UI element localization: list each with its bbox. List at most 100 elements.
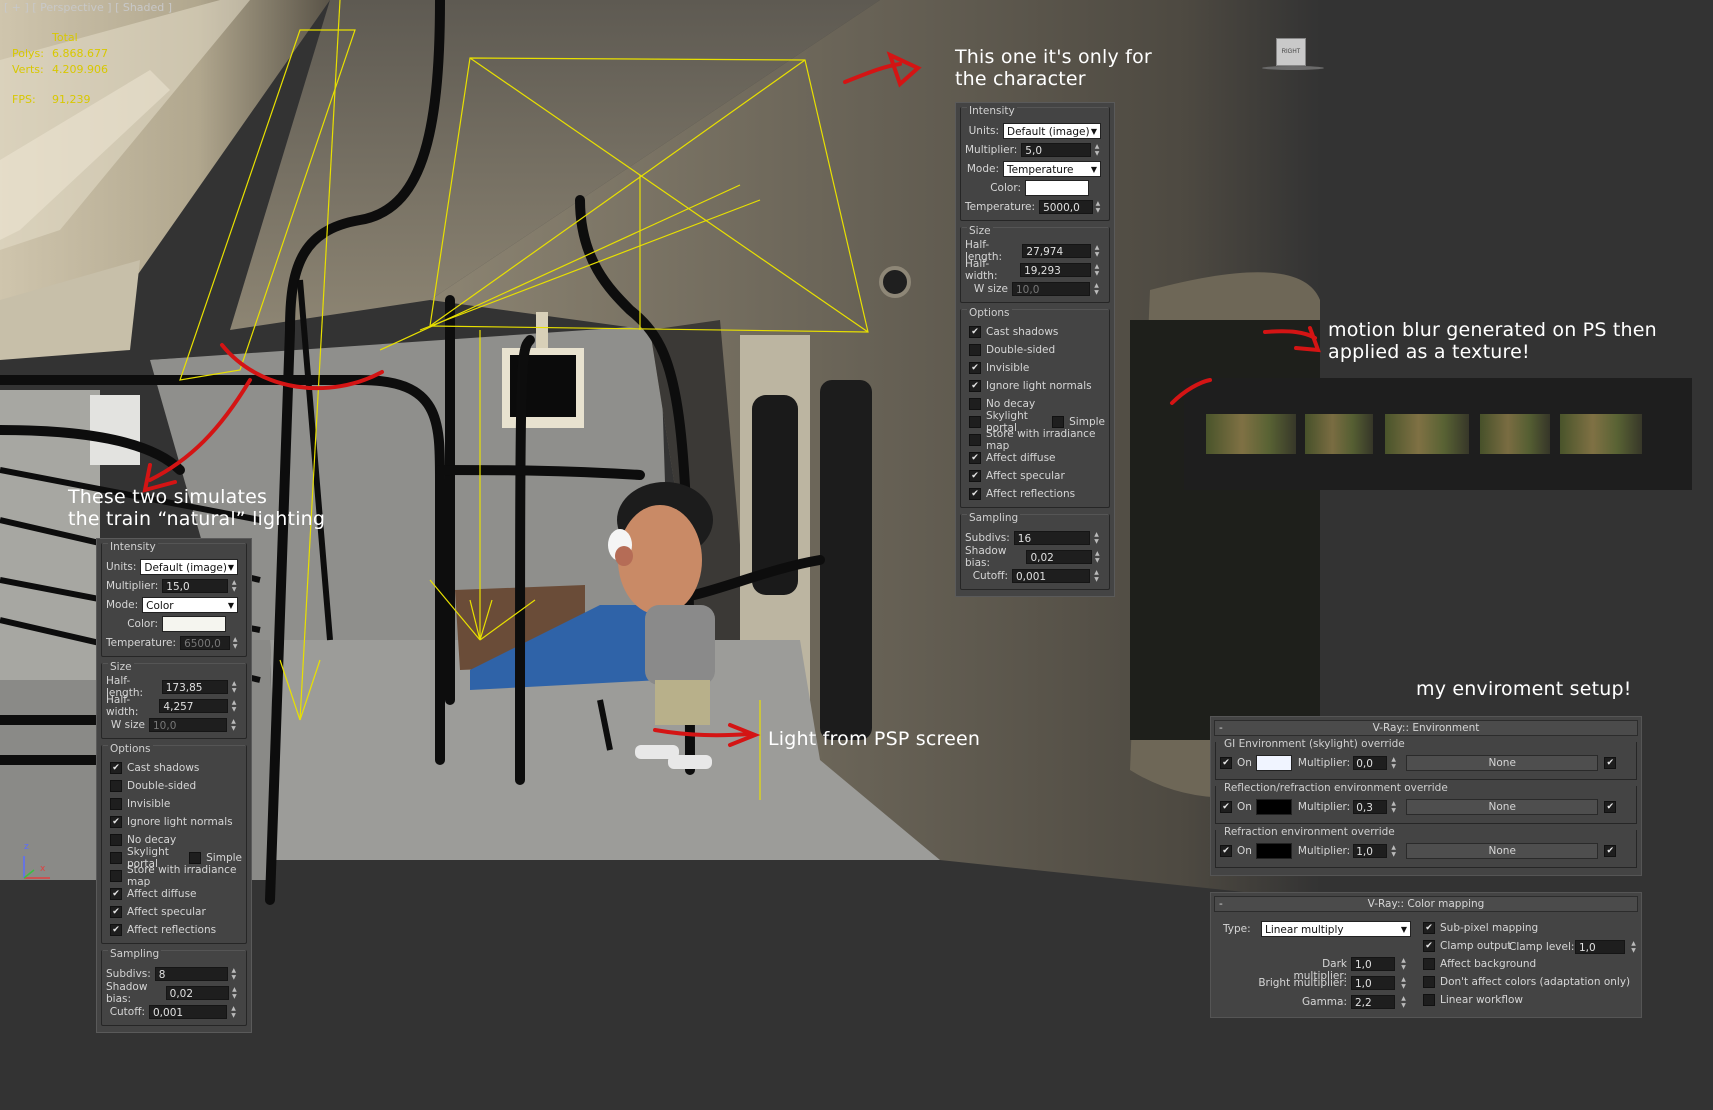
color-swatch[interactable]	[162, 615, 226, 632]
linear-workflow-row[interactable]: Linear workflow	[1419, 991, 1630, 1009]
sub-pixel-mapping-checkbox[interactable]: ✔	[1423, 922, 1435, 934]
gi-environment-multiplier-spinner[interactable]: ▲ ▼	[1389, 756, 1398, 770]
cast-shadows-checkbox[interactable]: ✔	[969, 326, 981, 338]
viewcube-ring[interactable]	[1262, 66, 1324, 70]
gi-environment-multiplier-input[interactable]: 0,0	[1353, 756, 1388, 770]
refraction-environment-multiplier-spinner[interactable]: ▲ ▼	[1389, 844, 1398, 858]
multiplier-spinner[interactable]: ▲ ▼	[1093, 143, 1101, 157]
half-width-spinner[interactable]: ▲ ▼	[230, 699, 238, 713]
refraction-environment-multiplier-input[interactable]: 1,0	[1353, 844, 1388, 858]
linear-workflow-checkbox[interactable]	[1423, 994, 1435, 1006]
cast-shadows-row[interactable]: ✔ Cast shadows	[965, 323, 1105, 341]
reflection-environment-multiplier-spinner[interactable]: ▲ ▼	[1389, 800, 1398, 814]
affect-background-checkbox[interactable]	[1423, 958, 1435, 970]
half-length-input[interactable]: 27,974	[1022, 243, 1092, 258]
viewcube[interactable]: RIGHT	[1276, 38, 1306, 66]
affect-specular-row[interactable]: ✔ Affect specular	[965, 467, 1105, 485]
dont-affect-colors-checkbox[interactable]	[1423, 976, 1435, 988]
shadow-bias-input[interactable]: 0,02	[165, 985, 229, 1000]
mode-dropdown[interactable]: Color ▼	[142, 596, 238, 613]
ignore-light-normals-row[interactable]: ✔ Ignore light normals	[106, 813, 242, 831]
gi-environment-map-button[interactable]: None	[1406, 755, 1599, 771]
bright-multiplier-input[interactable]: 1,0	[1351, 976, 1395, 990]
cutoff-spinner[interactable]: ▲ ▼	[1092, 569, 1101, 583]
affect-diffuse-checkbox[interactable]: ✔	[110, 888, 122, 900]
temperature-spinner[interactable]: ▲ ▼	[232, 636, 238, 650]
affect-specular-checkbox[interactable]: ✔	[110, 906, 122, 918]
w-size-spinner[interactable]: ▲ ▼	[229, 718, 238, 732]
ignore-light-normals-row[interactable]: ✔ Ignore light normals	[965, 377, 1105, 395]
w-size-spinner[interactable]: ▲ ▼	[1092, 282, 1101, 296]
multiplier-spinner[interactable]: ▲ ▼	[230, 579, 238, 593]
ignore-light-normals-checkbox[interactable]: ✔	[969, 380, 981, 392]
ignore-light-normals-checkbox[interactable]: ✔	[110, 816, 122, 828]
clamp-level-input[interactable]: 1,0	[1575, 940, 1625, 954]
environment-rollout-header[interactable]: - V-Ray:: Environment	[1214, 720, 1638, 736]
simple-checkbox[interactable]	[189, 852, 202, 864]
subdivs-input[interactable]: 8	[154, 966, 228, 981]
double-sided-checkbox[interactable]	[110, 780, 122, 792]
double-sided-checkbox[interactable]	[969, 344, 981, 356]
reflection-environment-multiplier-input[interactable]: 0,3	[1353, 800, 1388, 814]
sub-pixel-mapping-row[interactable]: ✔ Sub-pixel mapping	[1419, 919, 1630, 937]
cutoff-spinner[interactable]: ▲ ▼	[229, 1005, 238, 1019]
half-length-input[interactable]: 173,85	[161, 679, 229, 694]
dark-multiplier-input[interactable]: 1,0	[1351, 957, 1395, 971]
subdivs-input[interactable]: 16	[1013, 530, 1091, 545]
multiplier-input[interactable]: 15,0	[162, 578, 229, 593]
temperature-spinner[interactable]: ▲ ▼	[1095, 200, 1101, 214]
cast-shadows-row[interactable]: ✔ Cast shadows	[106, 759, 242, 777]
reflection-environment-on-checkbox[interactable]: ✔	[1220, 801, 1232, 813]
skylight-portal-checkbox[interactable]	[110, 852, 122, 864]
refraction-environment-map-button[interactable]: None	[1406, 843, 1599, 859]
no-decay-checkbox[interactable]	[969, 398, 981, 410]
color-swatch[interactable]	[1025, 179, 1089, 196]
multiplier-input[interactable]: 5,0	[1021, 142, 1092, 157]
temperature-input[interactable]: 6500,0	[180, 635, 231, 650]
viewport-label[interactable]: [ + ] [ Perspective ] [ Shaded ]	[4, 1, 172, 14]
no-decay-checkbox[interactable]	[110, 834, 122, 846]
half-width-input[interactable]: 19,293	[1020, 262, 1091, 277]
gamma-spinner[interactable]: ▲ ▼	[1399, 995, 1408, 1009]
double-sided-row[interactable]: Double-sided	[965, 341, 1105, 359]
invisible-checkbox[interactable]	[110, 798, 122, 810]
collapse-icon[interactable]: -	[1219, 897, 1223, 911]
affect-specular-checkbox[interactable]: ✔	[969, 470, 981, 482]
dont-affect-colors-row[interactable]: Don't affect colors (adaptation only)	[1419, 973, 1630, 991]
subdivs-spinner[interactable]: ▲ ▼	[1092, 531, 1101, 545]
half-length-spinner[interactable]: ▲ ▼	[230, 680, 238, 694]
gamma-input[interactable]: 2,2	[1351, 995, 1395, 1009]
shadow-bias-input[interactable]: 0,02	[1026, 549, 1092, 564]
store-irradiance-row[interactable]: Store with irradiance map	[106, 864, 242, 888]
clamp-output-checkbox[interactable]: ✔	[1423, 940, 1435, 952]
w-size-input[interactable]: 10,0	[1012, 281, 1090, 296]
cutoff-input[interactable]: 0,001	[1012, 568, 1090, 583]
simple-checkbox[interactable]	[1052, 416, 1065, 428]
mode-dropdown[interactable]: Temperature ▼	[1003, 160, 1101, 177]
refraction-environment-map-checkbox[interactable]: ✔	[1604, 845, 1617, 857]
clamp-level-spinner[interactable]: ▲ ▼	[1629, 940, 1638, 954]
affect-background-row[interactable]: Affect background	[1419, 955, 1630, 973]
bright-multiplier-spinner[interactable]: ▲ ▼	[1399, 976, 1408, 990]
dark-multiplier-spinner[interactable]: ▲ ▼	[1399, 957, 1408, 971]
collapse-icon[interactable]: -	[1219, 721, 1223, 735]
half-width-spinner[interactable]: ▲ ▼	[1093, 263, 1101, 277]
invisible-checkbox[interactable]: ✔	[969, 362, 981, 374]
affect-reflections-row[interactable]: ✔ Affect reflections	[965, 485, 1105, 503]
affect-reflections-row[interactable]: ✔ Affect reflections	[106, 921, 242, 939]
gi-environment-on-checkbox[interactable]: ✔	[1220, 757, 1232, 769]
cutoff-input[interactable]: 0,001	[149, 1004, 227, 1019]
shadow-bias-spinner[interactable]: ▲ ▼	[231, 986, 238, 1000]
invisible-row[interactable]: Invisible	[106, 795, 242, 813]
invisible-row[interactable]: ✔ Invisible	[965, 359, 1105, 377]
skylight-portal-checkbox[interactable]	[969, 416, 981, 428]
half-width-input[interactable]: 4,257	[159, 698, 229, 713]
gi-environment-color-swatch[interactable]	[1255, 755, 1292, 771]
w-size-input[interactable]: 10,0	[149, 717, 227, 732]
shadow-bias-spinner[interactable]: ▲ ▼	[1094, 550, 1101, 564]
color-mapping-rollout-header[interactable]: - V-Ray:: Color mapping	[1214, 896, 1638, 912]
reflection-environment-map-button[interactable]: None	[1406, 799, 1599, 815]
reflection-environment-color-swatch[interactable]	[1255, 799, 1292, 815]
units-dropdown[interactable]: Default (image) ▼	[140, 558, 238, 575]
store-irradiance-checkbox[interactable]	[969, 434, 981, 446]
